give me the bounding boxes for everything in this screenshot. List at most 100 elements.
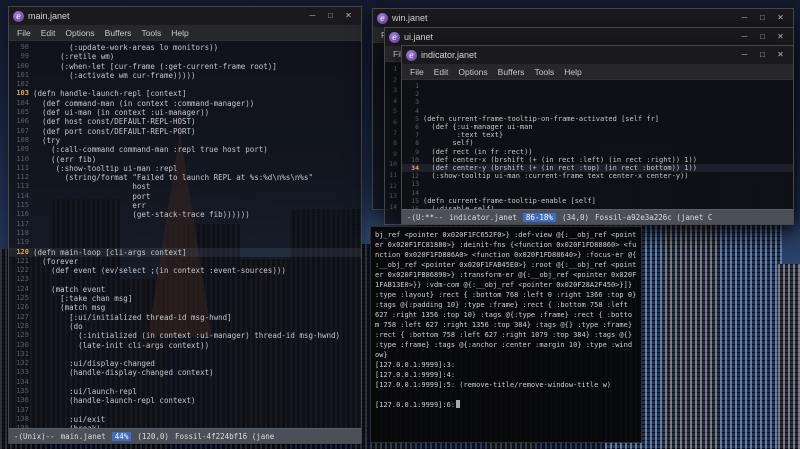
line-text: :ui/launch-repl [33, 386, 137, 396]
minimize-button[interactable]: ─ [736, 48, 753, 62]
minimize-button[interactable]: ─ [736, 11, 753, 25]
line-number: 13 [411, 180, 419, 189]
code-line: 99 (:retile wm) [9, 52, 361, 61]
maximize-button[interactable]: □ [754, 30, 771, 44]
code-line: 5 (defn current-frame-tooltip-on-frame-a… [402, 115, 793, 123]
terminal-line: :__obj_ref <pointer 0x020F1FAB45E0>} :ro… [375, 261, 637, 269]
line-text: (handle-display-changed context) [33, 368, 214, 378]
code-line: 135 :ui/launch-repl [9, 387, 361, 396]
code-line: 122 (def event (ev/select ;(in context :… [9, 266, 361, 275]
titlebar[interactable]: e win.janet ─ □ ✕ [373, 9, 793, 27]
code-line: 98 (:update-work-areas lo monitors)) [9, 43, 361, 52]
line-number: 118 [16, 228, 29, 237]
line-text: (:activate wm cur-frame))))) [33, 70, 196, 80]
line-number: 122 [16, 266, 29, 275]
window-title: ui.janet [404, 32, 434, 42]
terminal-line: :tags @{:padding 10} :type :frame} :rect… [375, 301, 628, 309]
line-number: 1 [415, 82, 419, 90]
repl-terminal[interactable]: bj_ref <pointer 0x020F1FC652F0>} :def-vi… [370, 226, 642, 443]
minimize-button[interactable]: ─ [736, 30, 753, 44]
code-line: 113 host [9, 182, 361, 191]
code-buffer-main[interactable]: 98 (:update-work-areas lo monitors)) 99 … [9, 41, 361, 428]
maximize-button[interactable]: □ [754, 11, 771, 25]
line-text: host [33, 182, 151, 192]
line-text: [:take chan msg] [33, 294, 133, 304]
code-line: 104 (def command-man (in context :comman… [9, 99, 361, 108]
code-line: 128 (do [9, 322, 361, 331]
cursor-position: (34,0) [561, 212, 590, 222]
line-number: 14 [411, 188, 419, 197]
window-title: indicator.janet [421, 50, 477, 60]
cursor-position: (120,0) [137, 431, 169, 441]
code-line: 9 (def rect (in fr :rect)) [402, 148, 793, 156]
menu-item[interactable]: Options [458, 67, 487, 77]
code-line: 102 [9, 80, 361, 89]
code-buffer-indicator[interactable]: 1 2 3 4 5 (defn current-frame-tooltip-on… [402, 80, 793, 209]
menu-item[interactable]: Edit [41, 28, 56, 38]
line-text: (match event [33, 284, 106, 294]
line-number: 116 [16, 210, 29, 219]
menu-item[interactable]: Edit [434, 67, 449, 77]
line-number: 109 [16, 145, 29, 154]
terminal-line: [127.0.0.1:9999]:3: [375, 361, 456, 369]
close-button[interactable]: ✕ [772, 11, 789, 25]
terminal-line: :rect { :bottom 758 :left 627 :right 107… [375, 331, 633, 339]
code-line: 8 self) [402, 139, 793, 147]
line-number: 4 [393, 96, 397, 105]
line-number: 15 [411, 196, 419, 205]
line-number-gutter: 1 2 3 4 5 6 7 8 9 10 11 12 13 14 [385, 62, 402, 224]
code-line: 120 (defn main-loop [cli-args context] [9, 247, 361, 257]
code-line: 6 (def {:ui-manager ui-man [402, 123, 793, 131]
code-line: 138 :ui/exit [9, 415, 361, 424]
code-line: 130 (late-init cli-args context)) [9, 341, 361, 350]
line-number: 5 [393, 107, 397, 116]
mode-line: -(Unix)-- main.janet 44% (120,0) Fossil-… [9, 428, 361, 443]
line-number: 123 [16, 275, 29, 284]
maximize-button[interactable]: □ [322, 9, 339, 23]
line-number: 137 [16, 405, 29, 414]
window-controls: ─ □ ✕ [304, 9, 357, 23]
menu-item[interactable]: Help [564, 67, 581, 77]
code-line: 12 (:show-tooltip ui-man :current-frame … [402, 172, 793, 180]
menu-item[interactable]: File [410, 67, 424, 77]
menu-item[interactable]: Buffers [498, 67, 525, 77]
close-button[interactable]: ✕ [772, 48, 789, 62]
menu-item[interactable]: Tools [534, 67, 554, 77]
close-button[interactable]: ✕ [340, 9, 357, 23]
titlebar[interactable]: e ui.janet ─ □ ✕ [385, 28, 793, 46]
line-number: 121 [16, 256, 29, 265]
maximize-button[interactable]: □ [754, 48, 771, 62]
line-number: 133 [16, 368, 29, 377]
line-text: port [33, 191, 151, 201]
code-line: 133 (handle-display-changed context) [9, 368, 361, 377]
code-line: 127 [:ui/initialized thread-id msg-hwnd] [9, 313, 361, 322]
menu-item[interactable]: Buffers [105, 28, 132, 38]
code-line: 105 (def ui-man (in context :ui-manager)… [9, 108, 361, 117]
close-button[interactable]: ✕ [772, 30, 789, 44]
code-line: 119 [9, 238, 361, 247]
window-controls: ─ □ ✕ [736, 11, 789, 25]
line-number: 1 [393, 65, 397, 73]
line-number: 104 [16, 98, 29, 107]
line-text: (def rect (in fr :rect)) [423, 147, 533, 156]
terminal-line: [127.0.0.1:9999]:4: [375, 371, 456, 379]
code-line: 115 err [9, 201, 361, 210]
line-number: 13 [389, 192, 397, 201]
titlebar[interactable]: e main.janet ─ □ ✕ [9, 7, 361, 25]
window-title: main.janet [28, 11, 70, 21]
minimize-button[interactable]: ─ [304, 9, 321, 23]
line-text: :text text} [423, 131, 504, 140]
line-text: (def ui-man (in context :ui-manager)) [33, 108, 210, 118]
menu-item[interactable]: Help [171, 28, 188, 38]
line-number: 4 [415, 106, 419, 115]
line-number: 3 [415, 98, 419, 107]
line-text: self) [423, 139, 474, 148]
line-text: ((err fib) [33, 154, 97, 164]
titlebar[interactable]: e indicator.janet ─ □ ✕ [402, 46, 793, 64]
line-text: [:ui/initialized thread-id msg-hwnd] [33, 312, 232, 322]
window-indicator-janet: e indicator.janet ─ □ ✕ File Edit Options B… [401, 45, 794, 225]
menu-item[interactable]: File [17, 28, 31, 38]
menu-item[interactable]: Options [65, 28, 94, 38]
menu-item[interactable]: Tools [141, 28, 161, 38]
line-text: (def event (ev/select ;(in context :even… [33, 266, 286, 276]
